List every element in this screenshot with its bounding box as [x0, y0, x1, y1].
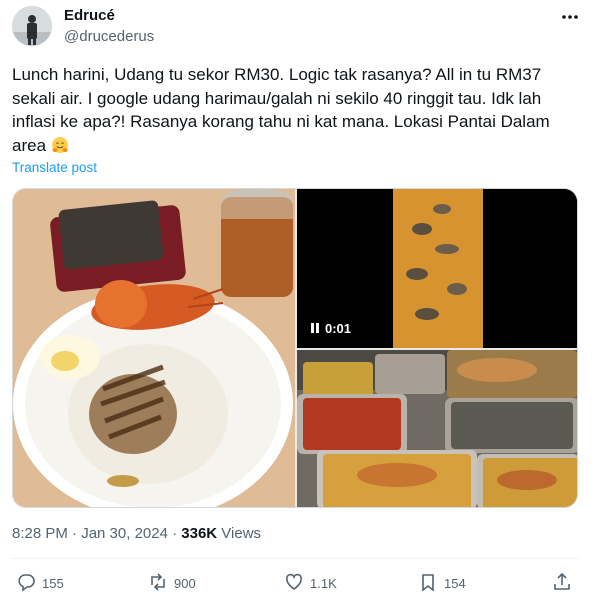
- tweet-time[interactable]: 8:28 PM · Jan 30, 2024 ·: [12, 525, 181, 542]
- tweet-text: Lunch harini, Udang tu sekor RM30. Logic…: [12, 65, 550, 155]
- tweet-text-block: Lunch harini, Udang tu sekor RM30. Logic…: [12, 63, 577, 157]
- repost-count: 900: [174, 576, 196, 591]
- bookmark-icon: [418, 572, 438, 595]
- views-label: Views: [217, 525, 262, 542]
- repost-icon: [148, 572, 168, 595]
- reply-icon: [16, 572, 36, 595]
- avatar[interactable]: [12, 6, 52, 46]
- pause-icon[interactable]: [311, 323, 319, 333]
- more-icon[interactable]: [558, 5, 582, 29]
- reply-button[interactable]: 155: [16, 572, 64, 595]
- views-count: 336K: [181, 525, 218, 542]
- share-icon: [552, 572, 572, 595]
- like-icon: [284, 572, 304, 595]
- video-curry[interactable]: 0:01: [297, 189, 577, 348]
- tweet-card: Edrucé @drucederus Lunch harini, Udang t…: [0, 0, 595, 605]
- tweet-meta: 8:28 PM · Jan 30, 2024 · 336K Views: [12, 525, 261, 542]
- video-duration-badge: 0:01: [305, 317, 358, 339]
- action-bar: 155 900 1.1K 154: [12, 568, 578, 598]
- reply-count: 155: [42, 576, 64, 591]
- divider: [12, 558, 578, 559]
- video-time: 0:01: [325, 320, 352, 336]
- photo-food-trays[interactable]: [297, 350, 577, 507]
- like-count: 1.1K: [310, 576, 337, 591]
- bookmark-button[interactable]: 154: [418, 572, 466, 595]
- author-handle[interactable]: @drucederus: [64, 28, 154, 45]
- share-button[interactable]: [552, 572, 572, 595]
- hugging-face-emoji-icon: [51, 136, 69, 154]
- repost-button[interactable]: 900: [148, 572, 196, 595]
- author-name[interactable]: Edrucé: [64, 7, 115, 24]
- translate-post-link[interactable]: Translate post: [12, 160, 97, 175]
- media-grid: 0:01: [12, 188, 578, 508]
- like-button[interactable]: 1.1K: [284, 572, 337, 595]
- photo-food-plate[interactable]: [13, 189, 295, 507]
- bookmark-count: 154: [444, 576, 466, 591]
